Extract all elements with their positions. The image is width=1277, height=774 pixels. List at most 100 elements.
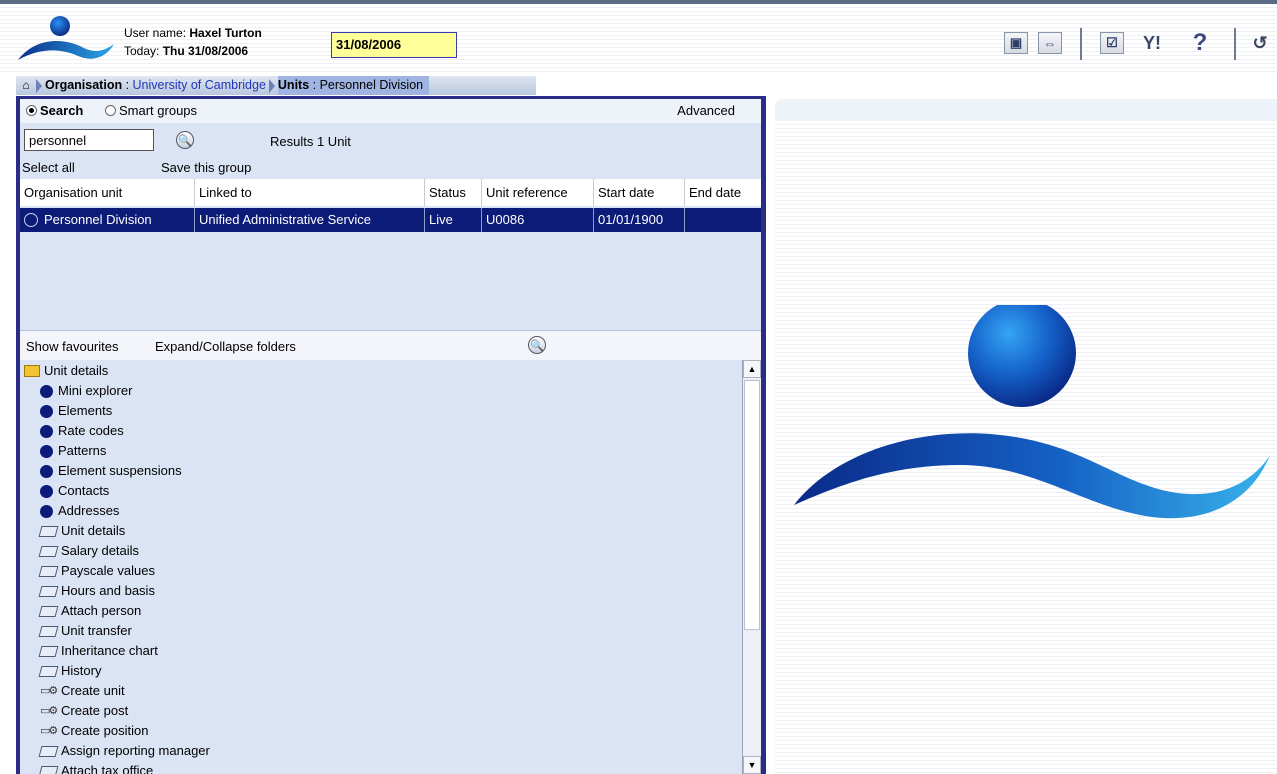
dot-icon: [40, 464, 53, 478]
tree-item[interactable]: Attach person: [38, 601, 141, 621]
table-cell: [685, 208, 761, 232]
unit-icon: [24, 213, 38, 227]
home-icon[interactable]: ⌂: [19, 76, 33, 95]
checklist-icon[interactable]: ☑: [1100, 32, 1124, 54]
smart-groups-radio[interactable]: [105, 105, 116, 116]
form-icon: [38, 645, 59, 657]
dot-icon: [40, 484, 53, 498]
breadcrumb-arrow-icon: [268, 78, 275, 93]
company-logo: [18, 16, 114, 60]
tree-item[interactable]: Unit transfer: [38, 621, 132, 641]
exit-icon[interactable]: ↺: [1248, 32, 1272, 54]
tree-item[interactable]: Payscale values: [38, 561, 155, 581]
select-all-link[interactable]: Select all: [22, 160, 75, 175]
tree-item[interactable]: Hours and basis: [38, 581, 155, 601]
tree-item[interactable]: Salary details: [38, 541, 139, 561]
screen-icon[interactable]: ▣: [1004, 32, 1028, 54]
breadcrumb-organisation-link[interactable]: University of Cambridge: [133, 76, 266, 95]
gear-icon: ▭⚙: [40, 725, 58, 737]
form-icon: [38, 545, 59, 557]
toolbar-divider: [1080, 28, 1082, 60]
tree-item[interactable]: Inheritance chart: [38, 641, 158, 661]
search-tabs: Search Smart groups Advanced: [20, 99, 761, 123]
column-header[interactable]: Organisation unit: [20, 179, 195, 206]
table-cell: Live: [425, 208, 482, 232]
dot-icon: [40, 404, 53, 418]
right-panel-header: [775, 99, 1277, 121]
dot-icon: [40, 504, 53, 518]
scroll-up-icon[interactable]: ▲: [743, 360, 761, 378]
table-cell: U0086: [482, 208, 594, 232]
left-panel: Search Smart groups Advanced 🔍 Results 1…: [20, 99, 761, 774]
tree-item[interactable]: Assign reporting manager: [38, 741, 210, 761]
tree-item[interactable]: ▭⚙ Create position: [40, 721, 148, 741]
breadcrumb-units[interactable]: Units : Personnel Division: [277, 76, 430, 95]
scroll-down-icon[interactable]: ▼: [743, 756, 761, 774]
favourites-bar: Show favourites Expand/Collapse folders …: [20, 330, 761, 361]
breadcrumb-organisation-label: Organisation: [45, 78, 123, 92]
today-date: Thu 31/08/2006: [162, 44, 249, 58]
form-icon: [38, 745, 59, 757]
table-cell: 01/01/1900: [594, 208, 685, 232]
form-icon: [38, 625, 59, 637]
table-cell: Personnel Division: [20, 208, 195, 232]
form-icon: [38, 765, 59, 774]
help-icon[interactable]: ?: [1188, 29, 1212, 56]
save-group-link[interactable]: Save this group: [161, 160, 251, 175]
menu-tree: Unit details Mini explorer Elements Rate…: [20, 360, 742, 774]
column-header[interactable]: Start date: [594, 179, 685, 206]
tree-item[interactable]: Mini explorer: [40, 381, 132, 401]
column-header[interactable]: Unit reference: [482, 179, 594, 206]
tree-item[interactable]: Contacts: [40, 481, 109, 501]
results-count: Results 1 Unit: [270, 134, 351, 149]
dot-icon: [40, 384, 53, 398]
toolbar-divider: [1234, 28, 1236, 60]
search-radio[interactable]: [26, 105, 37, 116]
tree-item[interactable]: Element suspensions: [40, 461, 182, 481]
expand-collapse-link[interactable]: Expand/Collapse folders: [155, 339, 296, 354]
expand-icon[interactable]: ⇔: [1038, 32, 1062, 54]
tree-item[interactable]: ▭⚙ Create post: [40, 701, 128, 721]
today-line: Today: Thu 31/08/2006: [124, 44, 249, 58]
tree-scrollbar[interactable]: ▲ ▼: [742, 360, 761, 774]
form-icon: [38, 565, 59, 577]
tree-folder-unit-details[interactable]: Unit details: [24, 361, 108, 381]
tab-search[interactable]: Search: [40, 103, 83, 118]
folder-icon: [24, 365, 40, 377]
form-icon: [38, 605, 59, 617]
results-empty-area: [20, 233, 761, 329]
column-header[interactable]: End date: [685, 179, 761, 206]
search-icon[interactable]: 🔍: [176, 131, 194, 149]
table-cell: Unified Administrative Service: [195, 208, 425, 232]
breadcrumb: ⌂ Organisation : University of Cambridge…: [16, 76, 536, 95]
column-header[interactable]: Status: [425, 179, 482, 206]
date-field[interactable]: 31/08/2006: [331, 32, 457, 58]
search-input[interactable]: [24, 129, 154, 151]
tree-item[interactable]: Elements: [40, 401, 112, 421]
tab-smart-groups[interactable]: Smart groups: [119, 103, 197, 118]
advanced-link[interactable]: Advanced: [677, 103, 735, 118]
form-icon: [38, 665, 59, 677]
company-logo-large: [794, 305, 1270, 519]
breadcrumb-arrow-icon: [36, 78, 42, 93]
tree-item[interactable]: Addresses: [40, 501, 119, 521]
tools-icon[interactable]: Y!: [1140, 32, 1164, 54]
user-name-line: User name: Haxel Turton: [124, 26, 262, 40]
gear-icon: ▭⚙: [40, 685, 58, 697]
show-favourites-link[interactable]: Show favourites: [26, 339, 119, 354]
gear-icon: ▭⚙: [40, 705, 58, 717]
dot-icon: [40, 444, 53, 458]
tree-item[interactable]: Rate codes: [40, 421, 124, 441]
tree-item[interactable]: Patterns: [40, 441, 106, 461]
tree-item[interactable]: History: [38, 661, 101, 681]
scroll-thumb[interactable]: [744, 380, 760, 630]
form-icon: [38, 525, 59, 537]
top-bar: User name: Haxel Turton Today: Thu 31/08…: [0, 0, 1277, 72]
tree-item[interactable]: ▭⚙ Create unit: [40, 681, 125, 701]
search-icon[interactable]: 🔍: [528, 336, 546, 354]
tree-item[interactable]: Unit details: [38, 521, 125, 541]
table-row[interactable]: Personnel Division Unified Administrativ…: [20, 208, 761, 232]
column-header[interactable]: Linked to: [195, 179, 425, 206]
tree-item[interactable]: Attach tax office: [38, 761, 153, 774]
form-icon: [38, 585, 59, 597]
